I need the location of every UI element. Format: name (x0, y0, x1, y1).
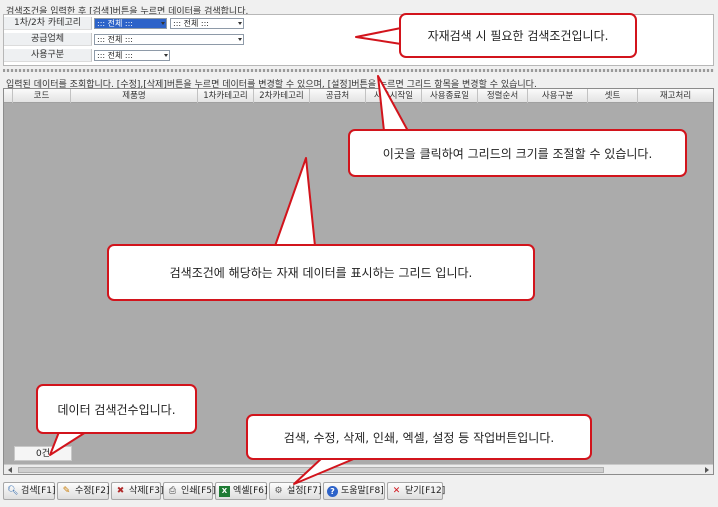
column-header[interactable]: 제품명 (71, 89, 198, 103)
grid-callout: 검색조건에 해당하는 자재 데이터를 표시하는 그리드 입니다. (107, 244, 535, 301)
delete-button-label: 삭제[F3] (129, 486, 164, 496)
chevron-down-icon[interactable] (164, 54, 168, 57)
help-icon: ? (327, 486, 338, 497)
delete-icon: ✖ (116, 486, 125, 496)
search-icon: 🔍︎ (7, 486, 19, 496)
column-header[interactable]: 재고처리 (638, 89, 713, 103)
close-button-label: 닫기[F12] (405, 486, 446, 496)
category1-select[interactable]: ::: 전체 ::: (94, 18, 167, 29)
usage-select[interactable]: ::: 전체 ::: (94, 50, 170, 61)
help-button[interactable]: ? 도움말[F8] (323, 482, 385, 500)
category1-value: ::: 전체 ::: (97, 19, 133, 28)
column-header[interactable]: 공급처 (310, 89, 366, 103)
column-header[interactable]: 1차카테고리 (198, 89, 254, 103)
print-icon: ⎙ (168, 486, 177, 496)
resize-callout: 이곳을 클릭하여 그리드의 크기를 조절할 수 있습니다. (348, 129, 687, 177)
category2-value: ::: 전체 ::: (173, 19, 209, 28)
print-button[interactable]: ⎙ 인쇄[F5] (163, 482, 216, 500)
help-button-label: 도움말[F8] (341, 486, 384, 496)
gear-icon: ⚙ (274, 486, 283, 496)
chevron-down-icon[interactable] (161, 22, 165, 25)
column-header[interactable]: 사용구분 (528, 89, 588, 103)
excel-button[interactable]: X 엑셀[F6] (215, 482, 268, 500)
column-header[interactable]: 셋트 (588, 89, 638, 103)
category-label: 1차/2차 카테고리 (4, 17, 92, 30)
close-button[interactable]: ✕ 닫기[F12] (387, 482, 446, 500)
horizontal-scrollbar[interactable] (4, 464, 713, 474)
excel-icon: X (219, 486, 230, 497)
search-button-label: 검색[F1] (21, 486, 56, 496)
usage-label: 사용구분 (4, 49, 92, 62)
settings-button-label: 설정[F7] (287, 486, 322, 496)
count-callout: 데이터 검색건수입니다. (36, 384, 197, 434)
scrollbar-thumb[interactable] (18, 467, 604, 473)
edit-button[interactable]: ✎ 수정[F2] (57, 482, 110, 500)
conditions-callout: 자재검색 시 필요한 검색조건입니다. (399, 13, 637, 58)
supplier-label: 공급업체 (4, 33, 92, 46)
scroll-left-icon[interactable] (8, 467, 12, 473)
grid-header: 코드 제품명 1차카테고리 2차카테고리 공급처 사용시작일 사용종료일 정렬순… (4, 89, 713, 103)
row-indicator-header (4, 89, 13, 103)
category2-select[interactable]: ::: 전체 ::: (170, 18, 244, 29)
settings-button[interactable]: ⚙ 설정[F7] (269, 482, 322, 500)
excel-button-label: 엑셀[F6] (233, 486, 268, 496)
chevron-down-icon[interactable] (238, 38, 242, 41)
chevron-down-icon[interactable] (238, 22, 242, 25)
scroll-right-icon[interactable] (705, 467, 709, 473)
supplier-select[interactable]: ::: 전체 ::: (94, 34, 244, 45)
action-toolbar: 🔍︎ 검색[F1] ✎ 수정[F2] ✖ 삭제[F3] ⎙ 인쇄[F5] X 엑… (0, 482, 718, 502)
column-header[interactable]: 2차카테고리 (254, 89, 310, 103)
supplier-value: ::: 전체 ::: (97, 35, 133, 44)
buttons-callout: 검색, 수정, 삭제, 인쇄, 엑셀, 설정 등 작업버튼입니다. (246, 414, 592, 460)
close-icon: ✕ (392, 486, 401, 496)
print-button-label: 인쇄[F5] (181, 486, 216, 496)
column-header[interactable]: 사용시작일 (366, 89, 422, 103)
edit-icon: ✎ (62, 486, 71, 496)
record-count: 0건 (14, 446, 72, 461)
usage-value: ::: 전체 ::: (97, 51, 133, 60)
column-header[interactable]: 사용종료일 (422, 89, 478, 103)
grid-resize-splitter[interactable] (3, 69, 714, 72)
delete-button[interactable]: ✖ 삭제[F3] (111, 482, 164, 500)
column-header[interactable]: 코드 (13, 89, 71, 103)
column-header[interactable]: 정렬순서 (478, 89, 528, 103)
search-button[interactable]: 🔍︎ 검색[F1] (3, 482, 56, 500)
edit-button-label: 수정[F2] (75, 486, 110, 496)
